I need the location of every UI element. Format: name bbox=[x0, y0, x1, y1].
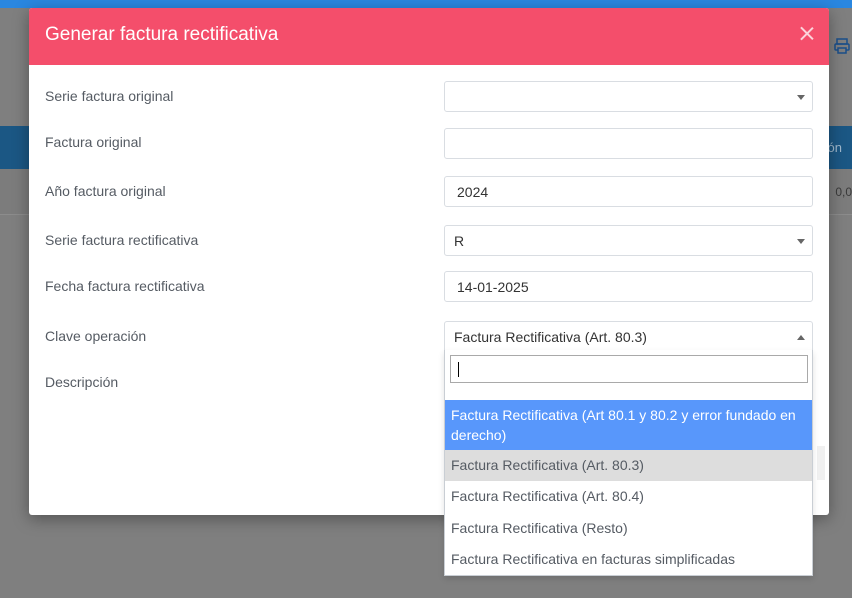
dropdown-option[interactable]: Factura Rectificativa (Art. 80.3) bbox=[445, 450, 812, 481]
serie-original-label: Serie factura original bbox=[45, 88, 174, 104]
serie-rectificativa-select[interactable]: R bbox=[444, 225, 813, 256]
factura-original-input[interactable] bbox=[444, 128, 813, 159]
fecha-rectificativa-input[interactable]: 14-01-2025 bbox=[444, 271, 813, 302]
close-icon[interactable] bbox=[799, 26, 815, 42]
clave-operacion-dropdown: Factura Rectificativa (Art 80.1 y 80.2 y… bbox=[444, 350, 813, 576]
chevron-up-icon bbox=[797, 335, 805, 340]
descripcion-label: Descripción bbox=[45, 374, 119, 390]
dropdown-option[interactable]: Factura Rectificativa (Art. 80.4) bbox=[445, 481, 812, 512]
footer-button-edge[interactable] bbox=[817, 446, 825, 480]
row-value: 0,0 bbox=[835, 185, 852, 199]
fecha-rectificativa-label: Fecha factura rectificativa bbox=[45, 278, 205, 294]
factura-original-label: Factura original bbox=[45, 134, 142, 150]
chevron-down-icon bbox=[797, 95, 805, 100]
modal-header: Generar factura rectificativa bbox=[29, 8, 829, 65]
dropdown-option[interactable]: Factura Rectificativa en facturas simpli… bbox=[445, 544, 812, 575]
serie-rectificativa-value: R bbox=[454, 232, 465, 249]
text-cursor bbox=[458, 362, 459, 377]
serie-original-select[interactable] bbox=[444, 81, 813, 112]
anio-original-value: 2024 bbox=[457, 183, 489, 200]
clave-operacion-select[interactable]: Factura Rectificativa (Art. 80.3) bbox=[444, 321, 813, 352]
dropdown-option[interactable]: Factura Rectificativa (Art 80.1 y 80.2 y… bbox=[445, 400, 812, 450]
app-top-bar bbox=[0, 0, 852, 8]
clave-operacion-label: Clave operación bbox=[45, 328, 147, 344]
anio-original-input[interactable]: 2024 bbox=[444, 176, 813, 207]
dropdown-option[interactable]: Factura Rectificativa (Resto) bbox=[445, 512, 812, 544]
clave-operacion-value: Factura Rectificativa (Art. 80.3) bbox=[454, 328, 647, 345]
anio-original-label: Año factura original bbox=[45, 183, 166, 199]
chevron-down-icon bbox=[797, 239, 805, 244]
fecha-rectificativa-value: 14-01-2025 bbox=[457, 278, 529, 295]
print-icon[interactable] bbox=[834, 38, 850, 54]
serie-rectificativa-label: Serie factura rectificativa bbox=[45, 232, 199, 248]
dropdown-search-input[interactable] bbox=[450, 355, 808, 383]
modal-title: Generar factura rectificativa bbox=[45, 24, 279, 45]
